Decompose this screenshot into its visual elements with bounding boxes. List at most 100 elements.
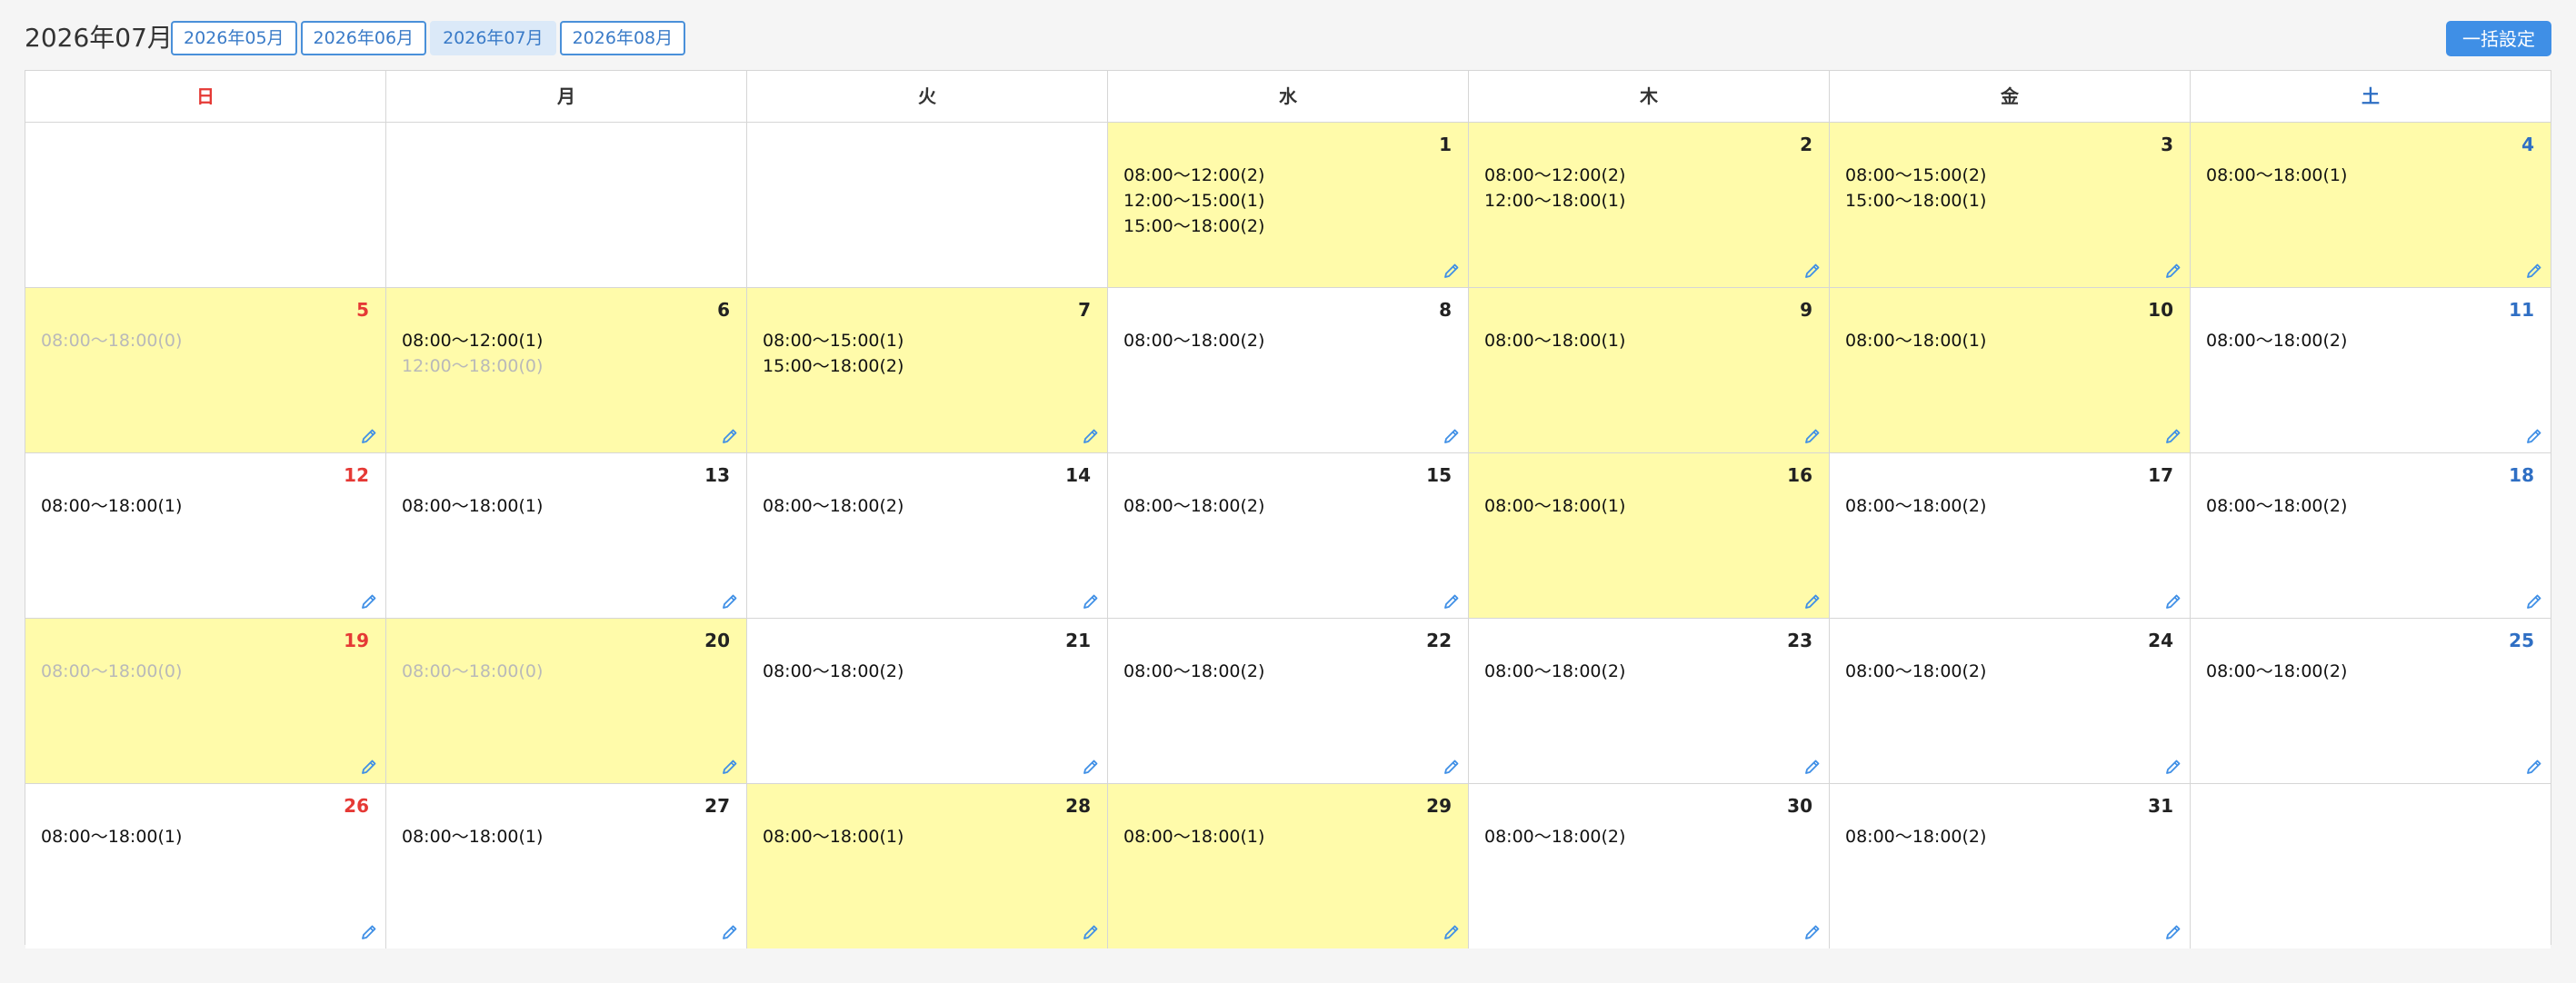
pencil-icon[interactable] [1082,427,1100,445]
pencil-icon[interactable] [2164,923,2182,941]
time-slot: 08:00〜18:00(1) [2206,165,2348,185]
time-slot: 08:00〜18:00(2) [1845,827,1987,847]
weekday-sun: 日 [25,71,386,122]
time-slot: 08:00〜18:00(1) [41,827,183,847]
weekday-sat: 土 [2361,85,2380,107]
time-slot-list: 08:00〜18:00(1) [402,493,543,519]
pencil-icon[interactable] [1443,592,1461,611]
day-number: 18 [2509,464,2534,486]
time-slot: 08:00〜18:00(0) [41,331,183,351]
day-number: 22 [1426,630,1452,651]
calendar-body: 1 08:00〜12:00(2) 12:00〜15:00(1) 15:00〜18:00… [25,123,2551,948]
weekday-fri: 金 [1830,71,2191,122]
calendar-day-cell: 6 08:00〜12:00(1) 12:00〜18:00(0) [386,288,747,452]
day-number: 4 [2521,134,2534,155]
pencil-icon[interactable] [2525,427,2543,445]
day-number: 8 [1439,299,1452,321]
tab-2026-07[interactable]: 2026年07月 [430,21,556,55]
pencil-icon[interactable] [1443,262,1461,280]
pencil-icon[interactable] [2164,592,2182,611]
day-number: 2 [1800,134,1812,155]
calendar-day-cell: 29 08:00〜18:00(1) [1108,784,1469,948]
calendar-day-cell: 3 08:00〜15:00(2) 15:00〜18:00(1) [1830,123,2191,287]
time-slot: 08:00〜18:00(2) [1484,661,1626,681]
time-slot-list: 08:00〜18:00(2) [763,493,904,519]
day-number: 12 [344,464,369,486]
calendar-day-cell: 2 08:00〜12:00(2) 12:00〜18:00(1) [1469,123,1830,287]
time-slot: 08:00〜18:00(0) [402,661,544,681]
time-slot-list: 08:00〜18:00(0) [41,328,182,353]
pencil-icon[interactable] [2164,758,2182,776]
pencil-icon[interactable] [1082,923,1100,941]
pencil-icon[interactable] [360,427,378,445]
tab-2026-05[interactable]: 2026年05月 [171,21,297,55]
weekday-tue: 火 [747,71,1108,122]
pencil-icon[interactable] [721,592,739,611]
pencil-icon[interactable] [1443,923,1461,941]
tab-2026-08[interactable]: 2026年08月 [559,21,686,55]
time-slot-list: 08:00〜18:00(0) [41,659,182,684]
calendar-day-cell: 1 08:00〜12:00(2) 12:00〜15:00(1) 15:00〜18:00… [1108,123,1469,287]
day-number: 7 [1078,299,1091,321]
tab-2026-06[interactable]: 2026年06月 [300,21,427,55]
time-slot-list: 08:00〜18:00(2) [763,659,904,684]
pencil-icon[interactable] [1803,427,1822,445]
calendar-week: 12 08:00〜18:00(1) 13 08:00〜18:00(1) 14 08:00〜… [25,453,2551,619]
pencil-icon[interactable] [1803,592,1822,611]
calendar-day-cell: 15 08:00〜18:00(2) [1108,453,1469,618]
time-slot: 08:00〜12:00(2) [1484,165,1626,185]
calendar-day-cell: 17 08:00〜18:00(2) [1830,453,2191,618]
day-number: 3 [2161,134,2173,155]
pencil-icon[interactable] [2164,427,2182,445]
weekday-header: 日 月 火 水 木 金 土 [25,71,2551,123]
time-slot-list: 08:00〜18:00(1) [41,493,182,519]
day-number: 14 [1065,464,1091,486]
time-slot: 08:00〜15:00(1) [763,331,904,351]
time-slot-list: 08:00〜18:00(2) [1123,328,1264,353]
calendar-day-cell: 13 08:00〜18:00(1) [386,453,747,618]
pencil-icon[interactable] [721,758,739,776]
calendar-day-cell: 20 08:00〜18:00(0) [386,619,747,783]
calendar-cell-empty [2191,784,2551,948]
pencil-icon[interactable] [2525,758,2543,776]
pencil-icon[interactable] [360,592,378,611]
calendar-day-cell: 31 08:00〜18:00(2) [1830,784,2191,948]
time-slot-list: 08:00〜18:00(1) [41,824,182,849]
time-slot: 08:00〜18:00(1) [402,496,544,516]
pencil-icon[interactable] [1082,592,1100,611]
pencil-icon[interactable] [2525,592,2543,611]
pencil-icon[interactable] [2525,262,2543,280]
day-number: 25 [2509,630,2534,651]
pencil-icon[interactable] [1803,923,1822,941]
bulk-settings-button[interactable]: 一括設定 [2446,21,2551,56]
time-slot-list: 08:00〜15:00(1) 15:00〜18:00(2) [763,328,904,379]
calendar-week: 5 08:00〜18:00(0) 6 08:00〜12:00(1) 12:00〜18:0… [25,288,2551,453]
day-number: 9 [1800,299,1812,321]
calendar-day-cell: 11 08:00〜18:00(2) [2191,288,2551,452]
time-slot: 12:00〜15:00(1) [1123,191,1265,211]
calendar-day-cell: 16 08:00〜18:00(1) [1469,453,1830,618]
time-slot: 08:00〜18:00(2) [763,496,904,516]
pencil-icon[interactable] [2164,262,2182,280]
calendar-day-cell: 4 08:00〜18:00(1) [2191,123,2551,287]
pencil-icon[interactable] [1443,758,1461,776]
pencil-icon[interactable] [1082,758,1100,776]
pencil-icon[interactable] [721,427,739,445]
pencil-icon[interactable] [360,923,378,941]
pencil-icon[interactable] [1443,427,1461,445]
time-slot: 08:00〜18:00(1) [763,827,904,847]
pencil-icon[interactable] [1803,758,1822,776]
time-slot-list: 08:00〜18:00(2) [1845,659,1986,684]
calendar-day-cell: 26 08:00〜18:00(1) [25,784,386,948]
calendar-cell-empty [386,123,747,287]
calendar: 日 月 火 水 木 金 土 1 08:00〜12:00(2) 12:00〜15:00… [25,70,2551,948]
time-slot: 08:00〜18:00(2) [1484,827,1626,847]
pencil-icon[interactable] [721,923,739,941]
time-slot-list: 08:00〜18:00(2) [2206,659,2347,684]
pencil-icon[interactable] [1803,262,1822,280]
calendar-week: 1 08:00〜12:00(2) 12:00〜15:00(1) 15:00〜18:00… [25,123,2551,288]
time-slot: 08:00〜18:00(2) [1123,331,1265,351]
time-slot: 08:00〜15:00(2) [1845,165,1987,185]
day-number: 6 [717,299,730,321]
pencil-icon[interactable] [360,758,378,776]
